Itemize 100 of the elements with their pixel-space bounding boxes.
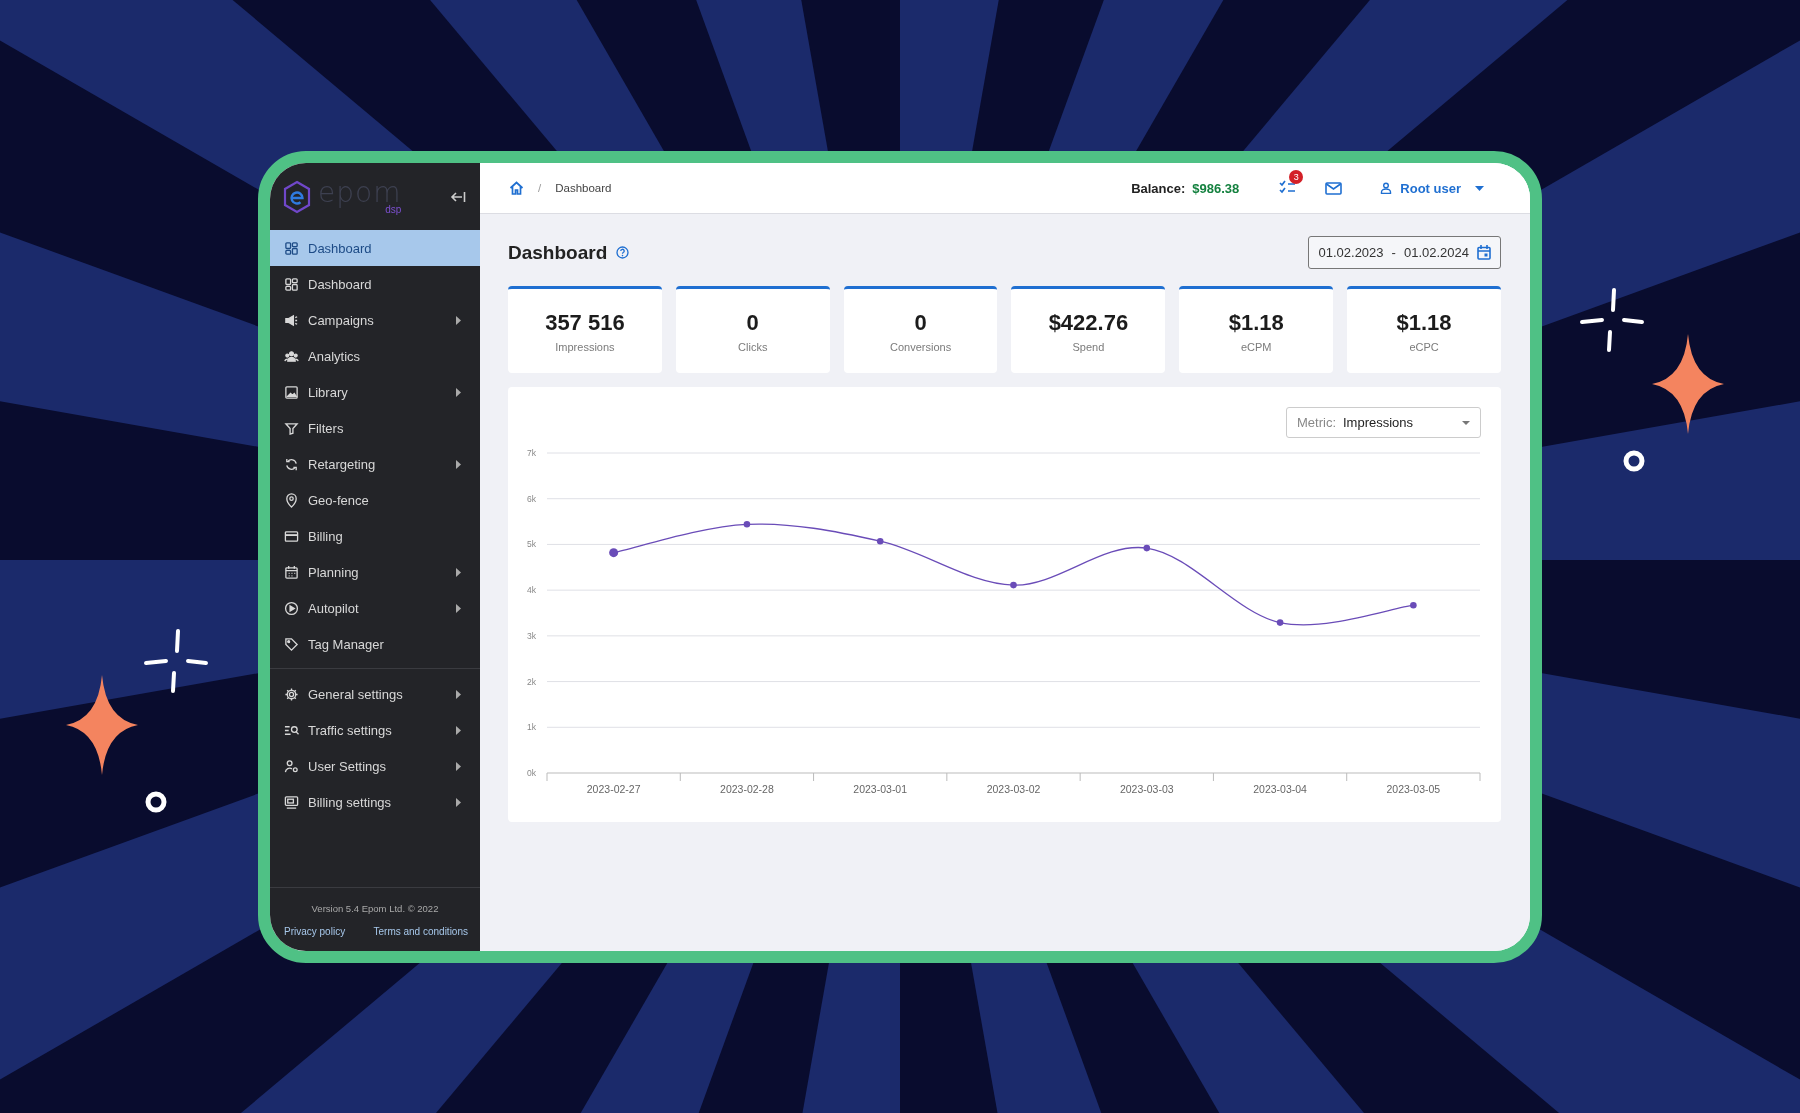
home-icon[interactable] [509,181,524,195]
menu-icon [284,528,299,544]
menu-icon [284,348,299,364]
axis-tick-label: 7k [527,448,536,458]
caret-icon [456,603,462,613]
caret-icon [456,315,462,325]
stat-label: eCPM [1240,340,1272,353]
tasks-icon[interactable] [1279,179,1298,195]
data-point [876,537,884,545]
sidebar-item[interactable]: User Settings [270,748,480,784]
caret-icon [456,761,462,771]
data-point [1010,581,1017,589]
sidebar-item[interactable]: Dashboard [270,230,480,266]
sidebar-item[interactable]: General settings [270,676,480,712]
menu-icon [284,420,299,436]
stat-value: $1.18 [1228,309,1284,336]
sidebar-item[interactable]: Dashboard [270,266,480,302]
page-title: Dashboard [508,241,608,264]
stat-value: $422.76 [1048,309,1129,336]
sidebar-item[interactable]: Autopilot [270,590,480,626]
axis-tick-label: 2023-03-01 [853,783,908,795]
menu-icon [284,492,299,508]
sidebar-item[interactable]: Analytics [270,338,480,374]
ring-icon [144,790,168,814]
stat-value: 0 [746,309,759,336]
sidebar-item[interactable]: Billing settings [270,784,480,820]
data-point [1276,619,1284,626]
stat-label: eCPC [1409,340,1439,353]
user-menu[interactable]: Root user [1380,180,1484,196]
axis-tick-label: 2023-02-28 [720,783,774,795]
user-icon [1380,182,1393,194]
sidebar-item[interactable]: Filters [270,410,480,446]
breadcrumb-separator: / [538,182,542,194]
data-point [743,521,751,528]
axis-tick-label: 2023-03-03 [1119,783,1174,795]
burst-icon [142,627,210,695]
axis-tick-label: 2023-03-05 [1386,783,1441,795]
breadcrumb-item[interactable]: Dashboard [555,182,612,194]
help-icon[interactable] [616,246,630,259]
menu-icon [284,758,299,774]
axis-tick-label: 2023-03-02 [986,783,1041,795]
burst-icon [1578,286,1646,354]
sidebar-item[interactable]: Billing [270,518,480,554]
logo-icon [282,179,312,214]
menu-icon [284,240,299,256]
data-point [1143,544,1151,552]
menu-icon [284,600,299,616]
caret-icon [456,725,462,735]
sidebar-item[interactable]: Tag Manager [270,626,480,662]
axis-tick-label: 5k [527,539,536,550]
caret-icon [1475,185,1484,191]
data-point [1410,601,1417,609]
version-text: Version 5.4 Epom Ltd. © 2022 [310,903,440,914]
stat-label: Conversions [890,340,952,353]
axis-tick-label: 3k [527,630,536,641]
sidebar-item[interactable]: Planning [270,554,480,590]
ring-icon [1622,449,1646,473]
axis-tick-label: 4k [527,585,536,596]
axis-tick-label: 2k [527,676,536,687]
menu-icon [284,686,299,702]
axis-tick-label: 1k [527,722,536,733]
menu-icon [284,564,299,580]
collapse-icon[interactable] [450,190,466,203]
footer-link[interactable]: Terms and conditions [373,926,468,937]
menu-icon [284,276,299,292]
sidebar-item[interactable]: Campaigns [270,302,480,338]
sidebar-item[interactable]: Library [270,374,480,410]
sidebar-item[interactable]: Traffic settings [270,712,480,748]
caret-icon [456,567,462,577]
menu-icon [284,636,299,652]
stat-value: $1.18 [1396,309,1452,336]
axis-tick-label: 2023-03-04 [1253,783,1307,795]
menu-icon [284,384,299,400]
menu-icon [284,312,299,328]
data-point [609,548,619,558]
caret-icon [456,797,462,807]
stat-value: 357 516 [545,309,625,336]
stat-label: Spend [1072,340,1105,353]
stat-value: 0 [914,309,927,336]
sidebar-item[interactable]: Geo-fence [270,482,480,518]
menu-icon [284,794,299,810]
caret-icon [456,387,462,397]
menu-icon [284,456,299,472]
balance-label: Balance: [1131,180,1186,196]
mail-icon[interactable] [1325,181,1343,195]
footer-link[interactable]: Privacy policy [284,926,346,937]
stat-label: Impressions [555,340,615,353]
caret-icon [456,689,462,699]
caret-icon [456,459,462,469]
axis-tick-label: 2023-02-27 [586,783,641,795]
balance-value: $986.38 [1192,180,1240,196]
date-range-field[interactable]: 01.02.2023 - 01.02.2024 [1307,236,1501,269]
notification-badge: 3 [1289,170,1304,184]
calendar-icon [1477,245,1491,260]
stat-label: Clicks [738,340,768,353]
metric-select[interactable]: Metric: Impressions [1286,407,1481,438]
sidebar-item[interactable]: Retargeting [270,446,480,482]
axis-tick-label: 0k [527,768,536,778]
axis-tick-label: 6k [527,493,536,504]
caret-icon [1462,420,1470,425]
